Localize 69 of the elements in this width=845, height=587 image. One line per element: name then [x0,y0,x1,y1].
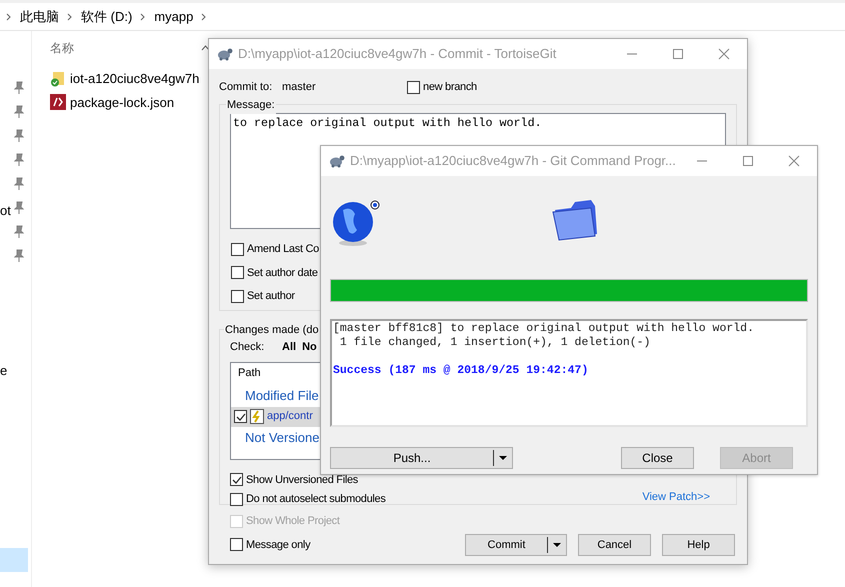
column-header[interactable]: 名称 [50,39,74,57]
checkbox-label: Amend Last Co [247,242,319,257]
pin-icon [13,105,25,119]
group-header: Not Versione [244,428,320,447]
checkbox[interactable] [407,80,420,94]
breadcrumb-item[interactable]: myapp [154,6,194,26]
split-button[interactable]: Push... [330,447,513,469]
checkbox[interactable] [234,410,247,423]
checkbox[interactable] [231,242,244,256]
group-label: Changes made (do [224,322,320,338]
checkbox-label: Show Whole Project [246,514,340,529]
group-label: Message: [226,97,276,114]
log-line: 1 file changed, 1 insertion(+), 1 deletion(-) [338,336,652,350]
checkbox[interactable] [230,473,243,486]
checkbox[interactable] [230,538,243,552]
window-title: D:\myapp\iot-a120ciuc8ve4gw7h - Commit - TortoiseGit [238,45,556,64]
check-link[interactable]: All [282,339,296,356]
close-icon[interactable] [788,155,800,167]
close-icon[interactable] [718,48,730,60]
pin-icon [13,153,25,167]
pin-icon [13,81,25,95]
modified-file-icon [250,409,264,424]
folder-check-icon [50,70,66,87]
pin-icon [13,225,25,239]
breadcrumb-item[interactable]: 软件 (D:) [81,6,132,26]
dialog-button[interactable]: Help [662,534,735,556]
chevron-right-icon [6,12,12,20]
pin-icon [13,201,25,215]
maximize-icon[interactable] [672,48,684,60]
split-button[interactable]: Commit [465,534,567,556]
check-link[interactable]: No [302,339,317,356]
log-line: [master bff81c8] to replace original output with hello world. [333,322,755,336]
dialog-button[interactable]: Cancel [578,534,651,556]
sort-up-icon [201,45,210,51]
tortoise-icon [329,154,345,168]
pin-icon [13,129,25,143]
dialog-button[interactable]: Close [621,447,694,469]
checkbox-label: new branch [423,80,477,95]
group-header: Modified File [244,386,320,405]
chevron-right-icon [140,12,146,20]
file-name[interactable]: package-lock.json [70,92,174,112]
log-line: Success (187 ms @ 2018/9/25 19:42:47) [333,364,590,378]
pin-icon [13,249,25,263]
field-label: Check: [230,340,266,355]
checkbox-label: Do not autoselect submodules [246,492,386,507]
checkbox[interactable] [231,290,244,303]
tortoise-icon [217,47,233,61]
chevron-right-icon [201,12,208,20]
checkbox[interactable] [230,492,243,506]
checkbox-label: Message only [246,538,310,552]
branch-name: master [282,80,317,95]
window-title: D:\myapp\iot-a120ciuc8ve4gw7h - Git Command Progr... [350,152,676,170]
file-icon [50,94,66,110]
nav-item-text[interactable]: ot [0,201,11,220]
check-icon [236,412,246,422]
nav-item-text[interactable]: e [0,361,8,380]
view-patch-link[interactable]: View Patch>> [642,488,710,505]
breadcrumb-item[interactable]: 此电脑 [20,6,59,26]
pin-icon [13,177,25,191]
field-label: Commit to: [219,80,274,95]
maximize-icon[interactable] [742,155,754,167]
check-icon [232,474,242,485]
file-name[interactable]: iot-a120ciuc8ve4gw7h [70,69,200,88]
checkbox[interactable] [231,266,244,280]
checkbox-label: Set author date [247,266,318,280]
chevron-right-icon [67,12,73,20]
file-path: app/contr [267,409,313,424]
checkbox-label: Set author [247,289,295,304]
checkbox-label: Show Unversioned Files [246,472,358,488]
